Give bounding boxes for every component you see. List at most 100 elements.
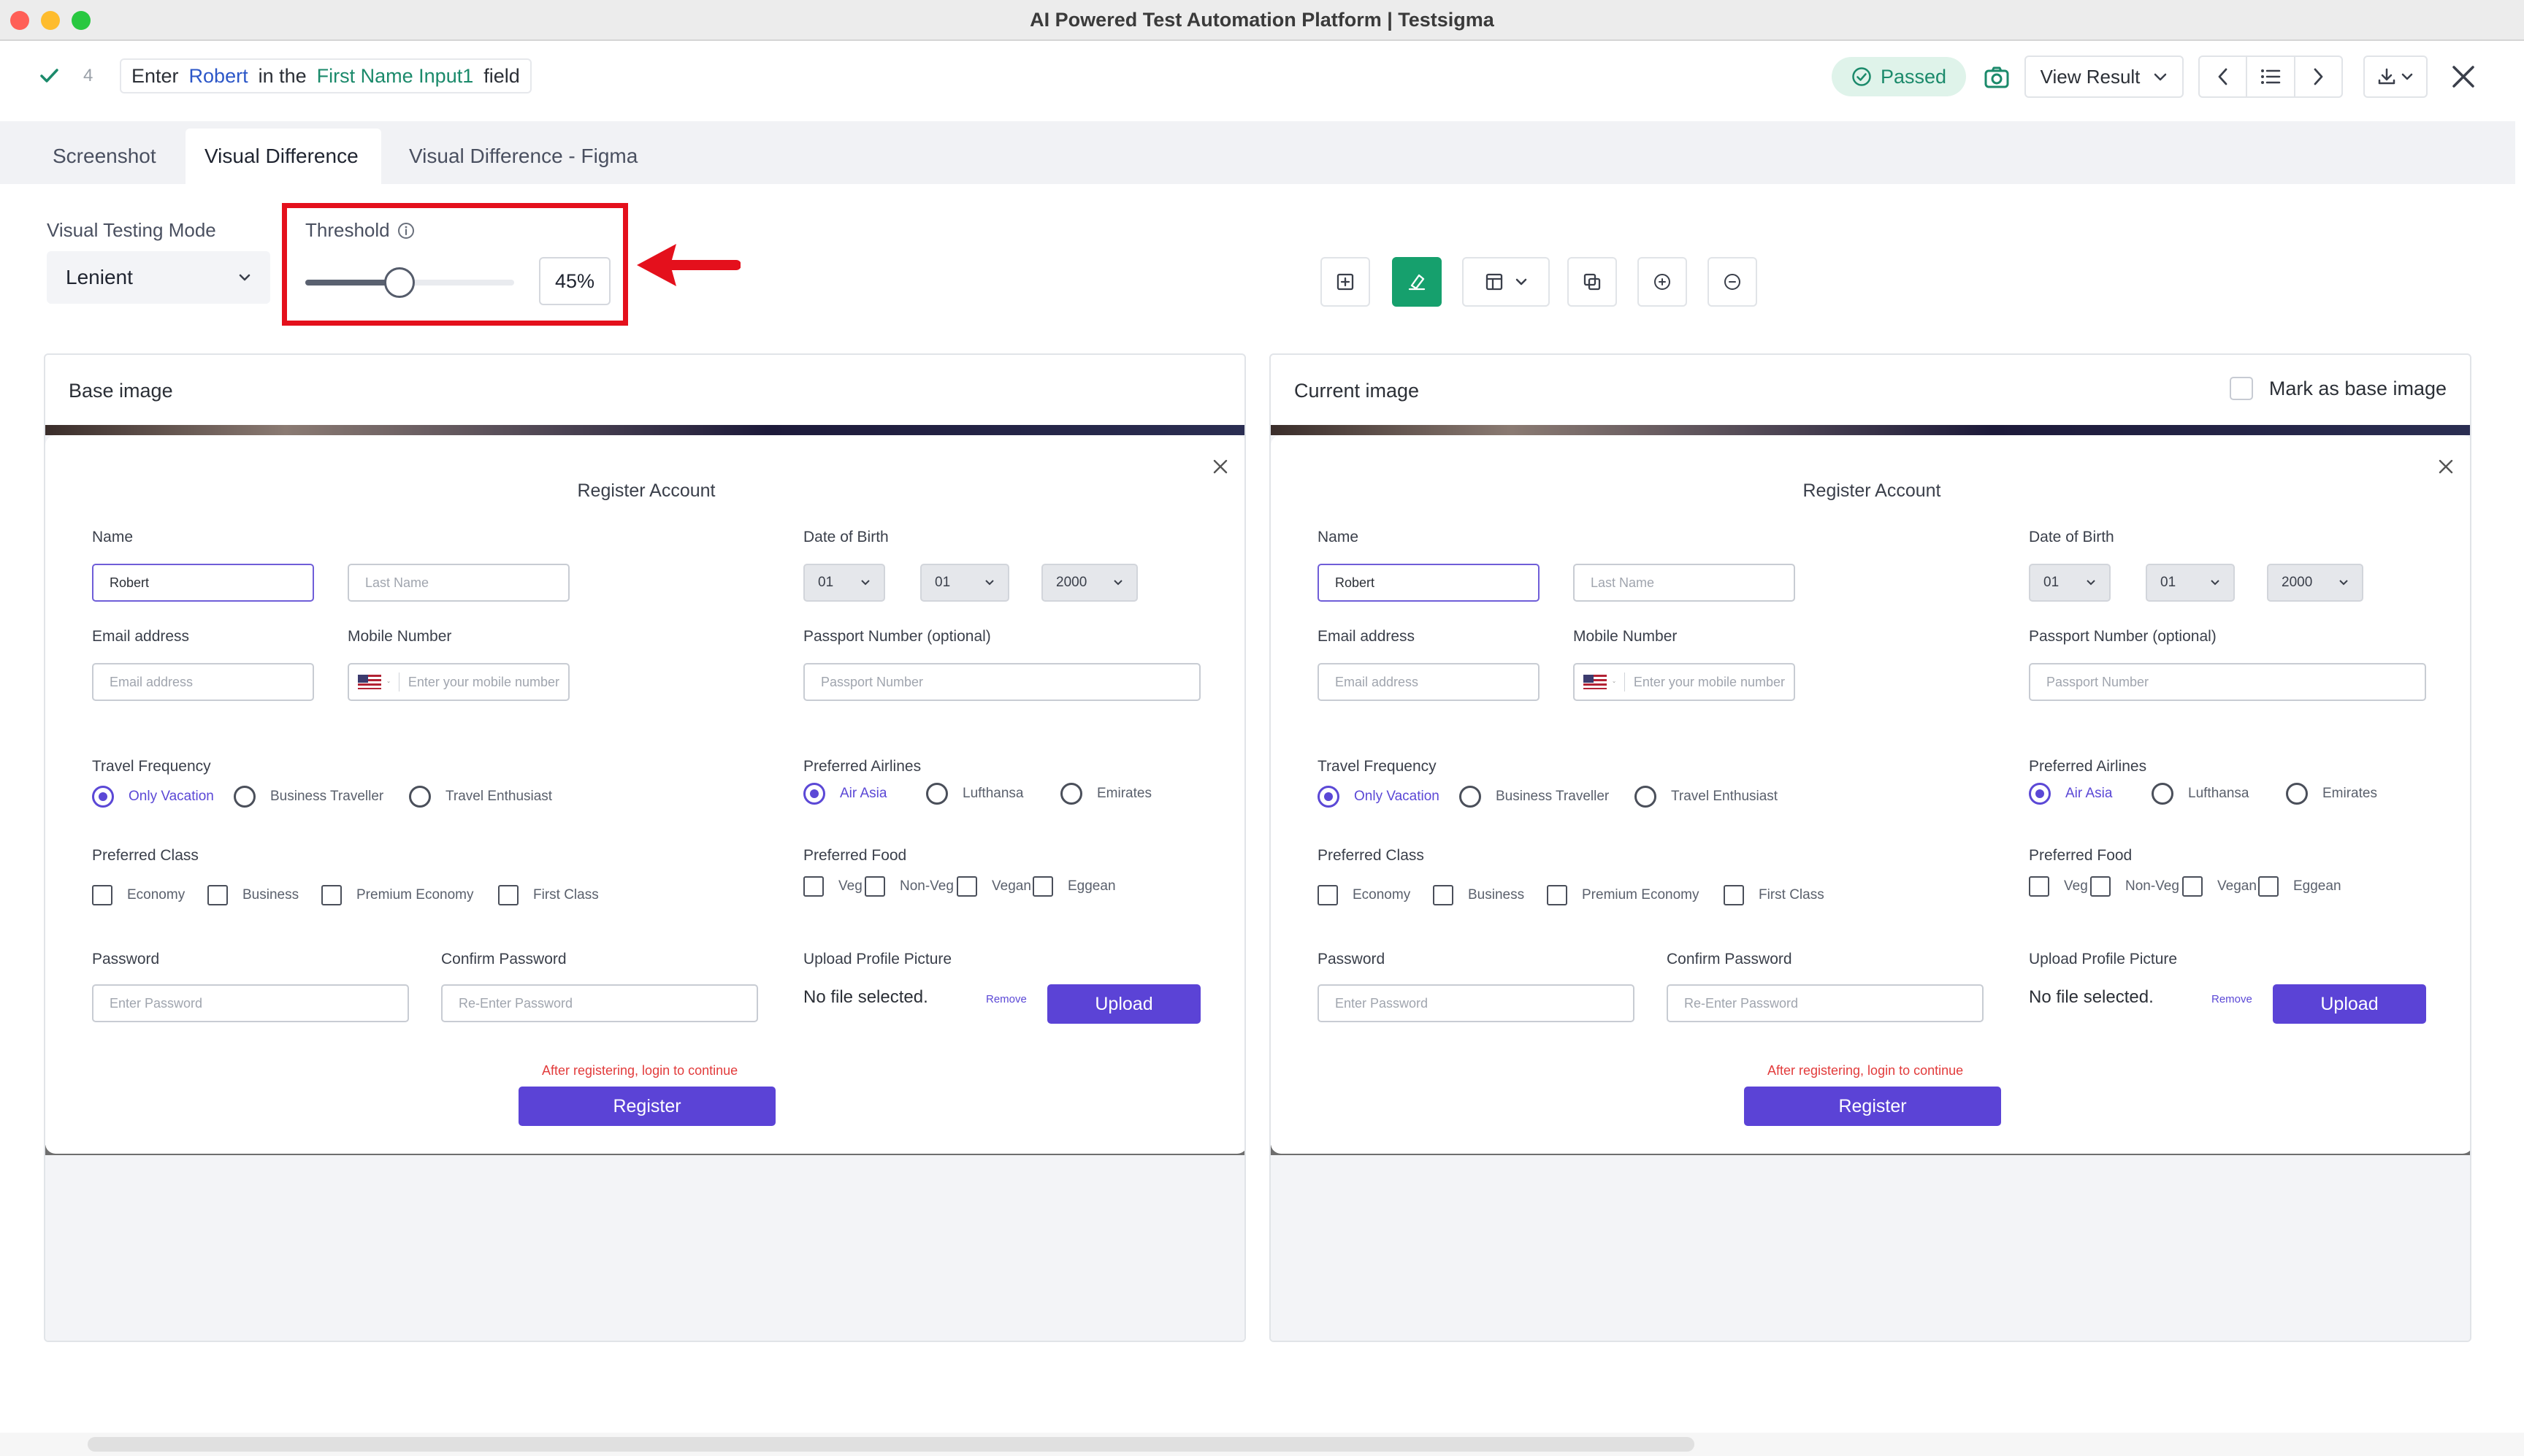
close-icon: [2439, 459, 2453, 474]
radio-label: Business Traveller: [270, 789, 384, 804]
download-button[interactable]: [2363, 55, 2428, 98]
radio-travel-enthusiast: Travel Enthusiast: [1634, 786, 1778, 808]
zoom-in-icon: [1654, 274, 1670, 290]
current-image-panel: Current image Mark as base image Registe…: [1269, 353, 2471, 1342]
step-description: Enter Robert in the First Name Input1 fi…: [120, 58, 532, 93]
screenshot-header-strip: [45, 425, 1244, 435]
mark-as-base-checkbox[interactable]: Mark as base image: [2229, 377, 2447, 400]
radio-label: Emirates: [2322, 786, 2377, 801]
checkbox-box: [1033, 876, 1053, 897]
chevron-left-icon: [2218, 68, 2227, 85]
remove-link: Remove: [986, 993, 1027, 1005]
checkbox-veg: Veg: [2029, 876, 2088, 897]
name-label: Name: [1318, 529, 1359, 545]
current-image-title: Current image: [1294, 380, 1420, 402]
checkbox-box: [1318, 885, 1338, 905]
radio-circle: [926, 783, 948, 805]
horizontal-scrollbar-thumb[interactable]: [88, 1437, 1694, 1452]
checkbox-eggean: Eggean: [2258, 876, 2341, 897]
checkbox-box[interactable]: [2229, 377, 2253, 400]
checkbox-label: Eggean: [2293, 878, 2341, 894]
current-image-screenshot: Register Account Name Robert Last Name D…: [1271, 425, 2470, 1155]
checkbox-box: [2090, 876, 2111, 897]
fit-to-screen-button[interactable]: [1320, 257, 1370, 307]
checkbox-non-veg: Non-Veg: [2090, 876, 2179, 897]
dob-month-value: 01: [935, 575, 951, 590]
passport-label: Passport Number (optional): [2029, 628, 2217, 645]
radio-circle: [92, 786, 114, 808]
radio-label: Only Vacation: [1354, 789, 1439, 804]
chevron-down-icon: [239, 274, 251, 281]
chevron-down-icon: [861, 580, 870, 586]
password-label: Password: [92, 951, 160, 968]
layout-mode-button[interactable]: [1462, 257, 1550, 307]
highlight-diff-button[interactable]: [1392, 257, 1442, 307]
chevron-down-icon: [387, 681, 390, 683]
tab-visual-difference[interactable]: Visual Difference: [186, 129, 381, 184]
zoom-out-button[interactable]: [1707, 257, 1757, 307]
radio-air-asia: Air Asia: [2029, 783, 2112, 805]
radio-label: Only Vacation: [129, 789, 214, 804]
checkbox-box: [92, 885, 112, 905]
zoom-in-button[interactable]: [1637, 257, 1687, 307]
checkbox-economy: Economy: [92, 885, 185, 905]
tab-screenshot[interactable]: Screenshot: [34, 129, 175, 184]
camera-icon[interactable]: [1981, 61, 2013, 93]
us-flag-icon: [1583, 675, 1607, 689]
view-result-button[interactable]: View Result: [2024, 55, 2184, 98]
window-title: AI Powered Test Automation Platform | Te…: [1030, 9, 1494, 31]
annotation-highlight-box: [282, 203, 628, 326]
confirm-password-input: Re-Enter Password: [441, 984, 758, 1022]
mobile-input: Enter your mobile number: [1573, 663, 1795, 701]
confirm-password-label: Confirm Password: [1667, 951, 1792, 968]
checkbox-label: Non-Veg: [2125, 878, 2179, 894]
radio-label: Travel Enthusiast: [445, 789, 553, 804]
mobile-input-placeholder: Enter your mobile number: [408, 674, 559, 689]
dob-day-select: 01: [2029, 564, 2111, 602]
checkbox-first-class: First Class: [1724, 885, 1824, 905]
download-icon: [2378, 68, 2395, 85]
password-label: Password: [1318, 951, 1385, 968]
register-notice-text: After registering, login to continue: [1767, 1063, 1964, 1078]
radio-circle: [1634, 786, 1656, 808]
passport-input: Passport Number: [2029, 663, 2426, 701]
overlay-compare-button[interactable]: [1567, 257, 1617, 307]
checkbox-label: Premium Economy: [1582, 887, 1699, 903]
annotation-arrow-icon: [637, 244, 741, 286]
confirm-password-label: Confirm Password: [441, 951, 567, 968]
checkbox-box: [2182, 876, 2203, 897]
checkbox-first-class: First Class: [498, 885, 599, 905]
step-element[interactable]: First Name Input1: [317, 65, 474, 88]
password-input: Enter Password: [92, 984, 409, 1022]
chevron-down-icon: [2211, 580, 2219, 586]
register-account-modal: Register Account Name Robert Last Name D…: [1271, 435, 2470, 1154]
email-input: Email address: [92, 663, 314, 701]
mobile-label: Mobile Number: [348, 628, 452, 645]
checkbox-box: [803, 876, 824, 897]
travel-frequency-label: Travel Frequency: [92, 758, 211, 775]
radio-circle: [2152, 783, 2173, 805]
remove-link: Remove: [2211, 993, 2252, 1005]
step-navigation: [2198, 55, 2343, 98]
checkbox-economy: Economy: [1318, 885, 1410, 905]
highlighter-icon: [1408, 274, 1426, 291]
visual-testing-mode-select[interactable]: Lenient: [47, 251, 270, 304]
dob-month-select: 01: [2146, 564, 2235, 602]
radio-circle: [2286, 783, 2308, 805]
fit-screen-icon: [1336, 273, 1354, 291]
preferred-class-label: Preferred Class: [92, 847, 199, 864]
modal-title: Register Account: [577, 480, 716, 501]
radio-business-traveller: Business Traveller: [234, 786, 383, 808]
step-action: Enter: [131, 64, 179, 87]
tab-visual-difference-figma[interactable]: Visual Difference - Figma: [390, 129, 657, 184]
confirm-password-input: Re-Enter Password: [1667, 984, 1984, 1022]
radio-circle: [1459, 786, 1481, 808]
next-step-button[interactable]: [2295, 57, 2341, 96]
previous-step-button[interactable]: [2200, 57, 2248, 96]
close-icon[interactable]: [2447, 60, 2480, 93]
base-image-screenshot: Register Account Name Robert Last Name D…: [45, 425, 1244, 1155]
step-suffix: field: [483, 64, 520, 87]
no-file-selected-text: No file selected.: [2029, 987, 2154, 1007]
chevron-down-icon: [1613, 681, 1615, 683]
step-list-button[interactable]: [2247, 57, 2295, 96]
